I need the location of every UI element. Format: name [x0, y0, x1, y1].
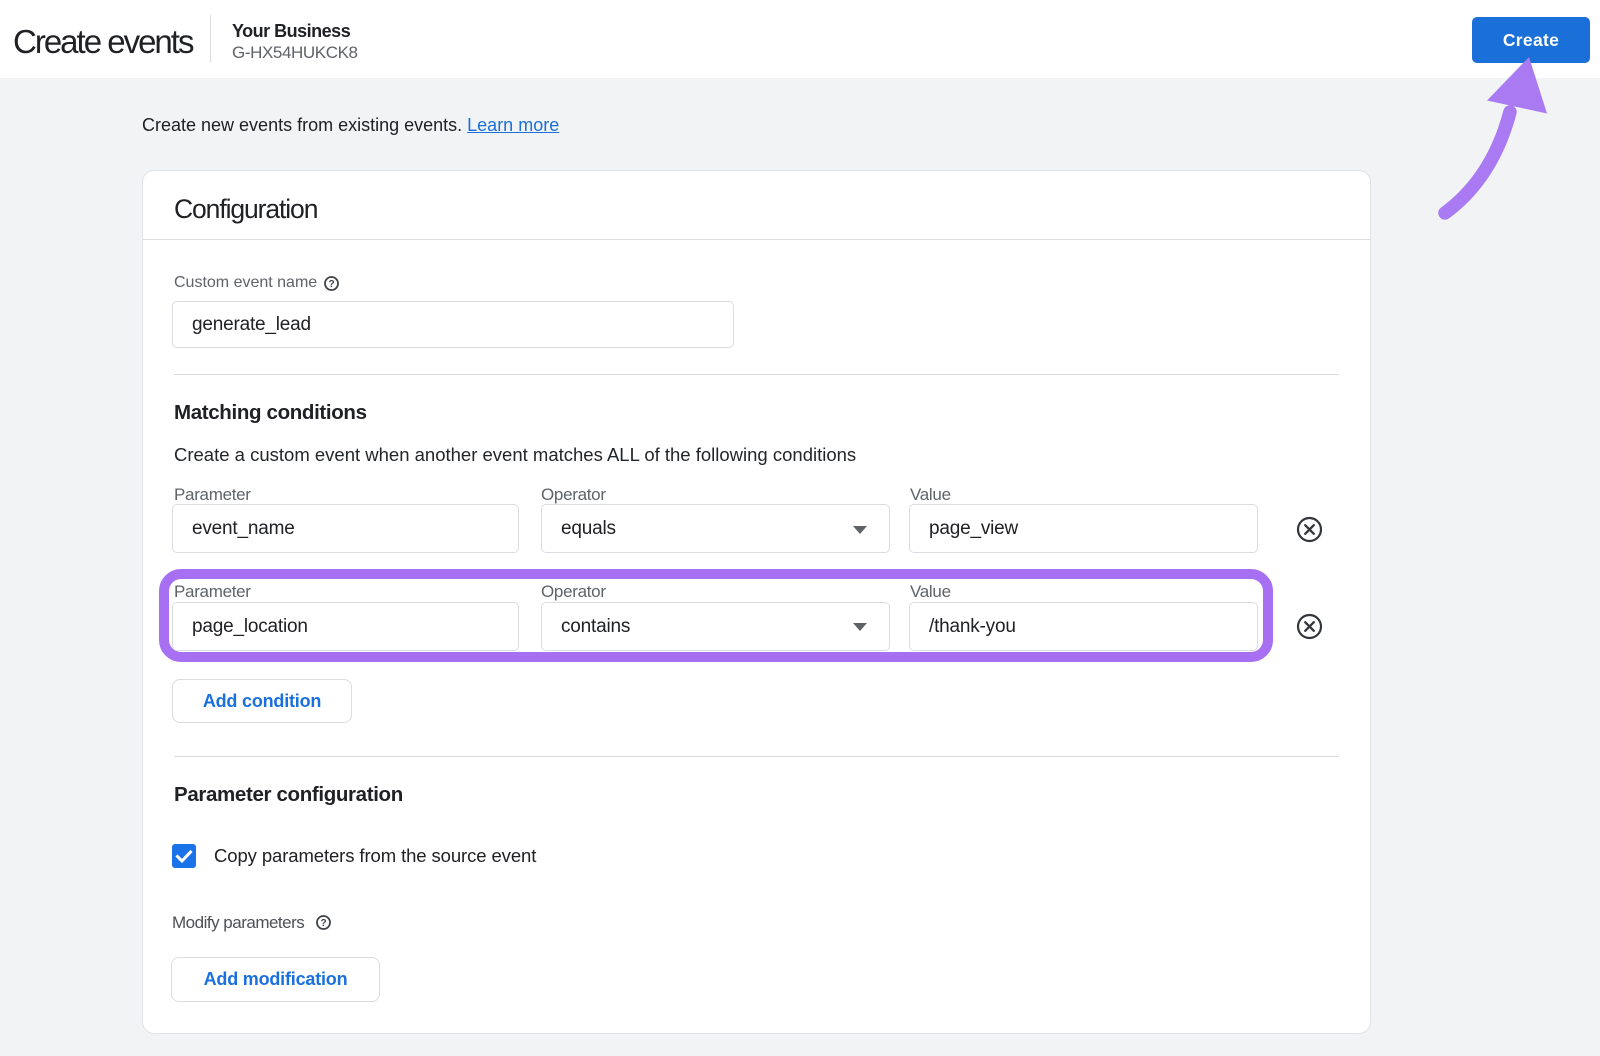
svg-text:?: ?	[320, 918, 326, 929]
svg-text:?: ?	[328, 279, 334, 290]
